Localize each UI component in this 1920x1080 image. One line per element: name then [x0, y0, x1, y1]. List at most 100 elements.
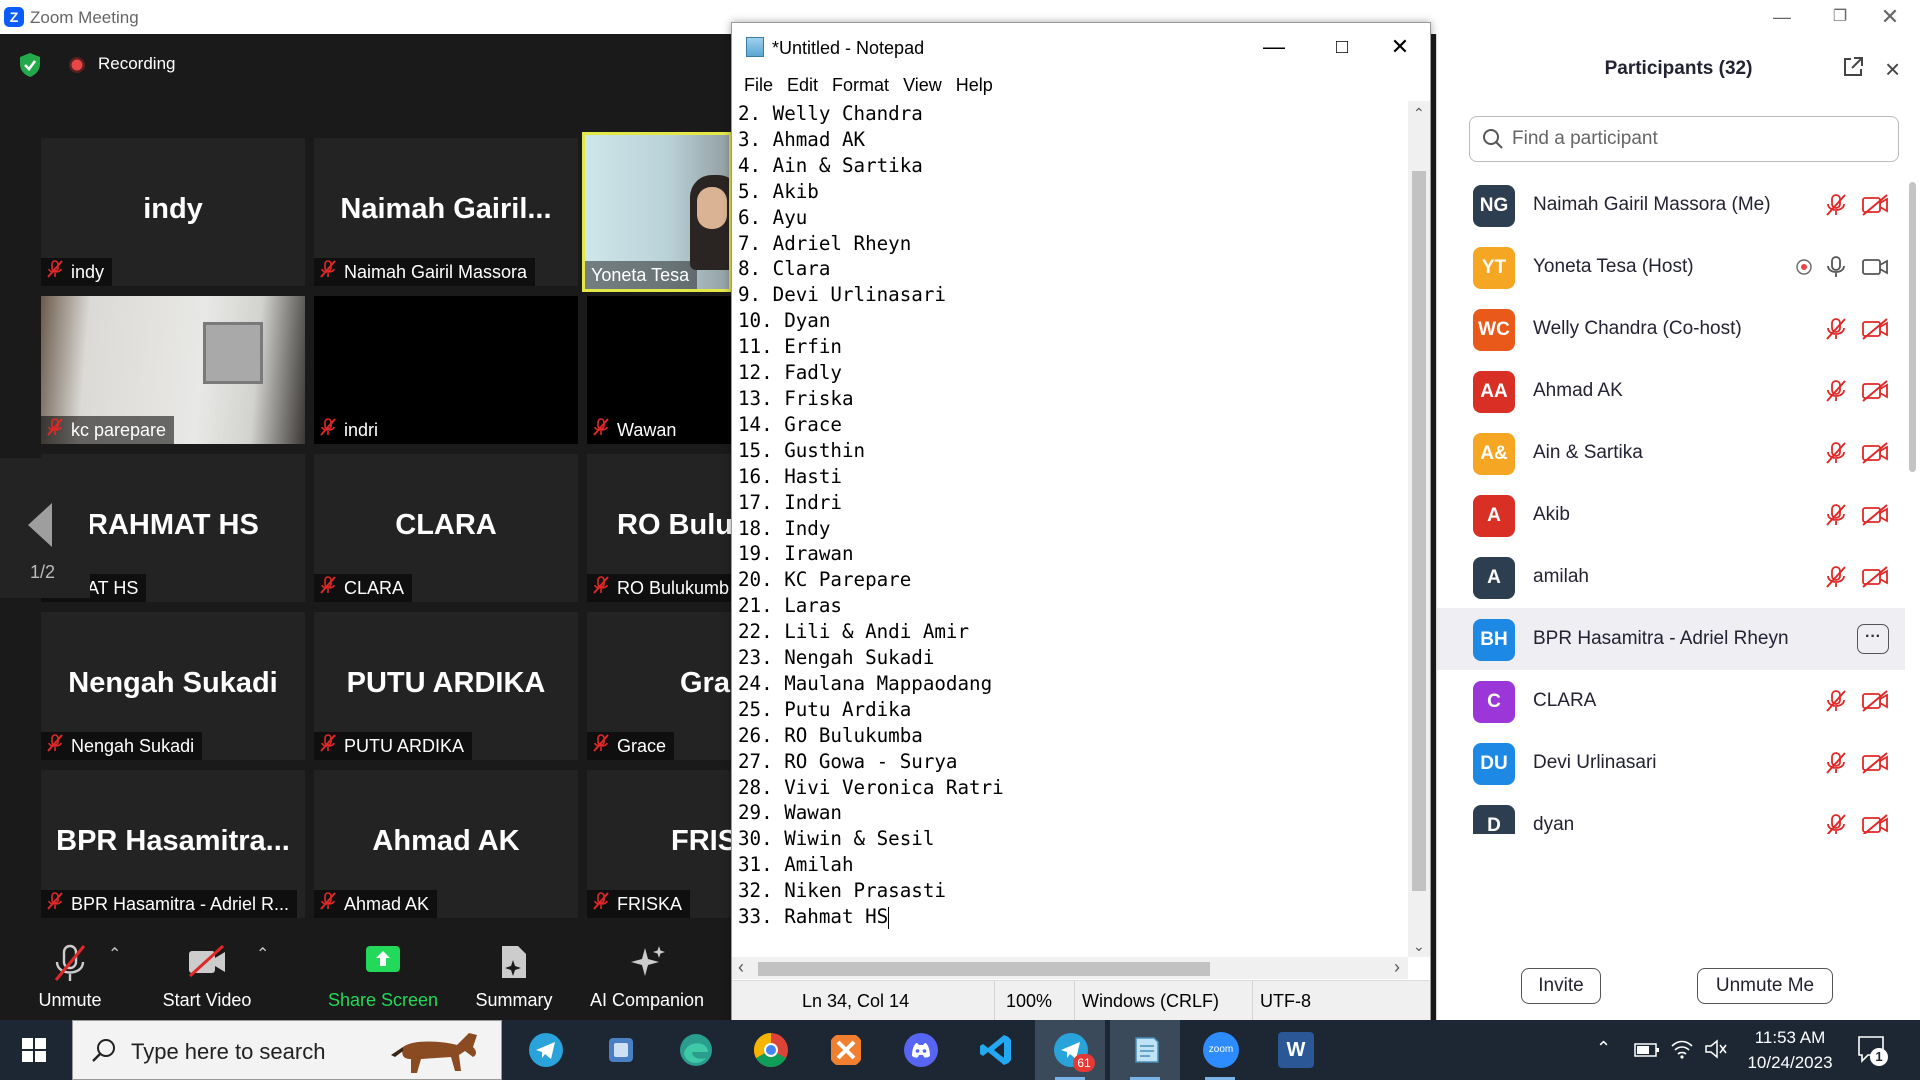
participant-row[interactable]: AA Ahmad AK: [1437, 360, 1905, 422]
recording-label[interactable]: Recording: [98, 54, 176, 74]
battery-icon[interactable]: [1634, 1042, 1660, 1058]
notepad-text-area[interactable]: 2. Welly Chandra 3. Ahmad AK 4. Ain & Sart…: [736, 101, 1408, 957]
summary-button[interactable]: Summary: [466, 930, 562, 1020]
video-options-chevron-icon[interactable]: ⌃: [256, 944, 269, 964]
video-tile[interactable]: BPR Hasamitra... BPR Hasamitra - Adriel …: [41, 770, 305, 918]
scroll-right-icon[interactable]: ›: [1394, 957, 1400, 978]
menu-edit[interactable]: Edit: [781, 71, 826, 101]
scroll-left-icon[interactable]: ‹: [738, 957, 744, 978]
share-screen-button[interactable]: Share Screen: [320, 930, 446, 1020]
video-icon[interactable]: [1861, 256, 1889, 283]
participant-row[interactable]: DU Devi Urlinasari: [1437, 732, 1905, 794]
clock-time[interactable]: 11:53 AM: [1748, 1028, 1832, 1048]
video-off-icon[interactable]: [1861, 318, 1889, 345]
zoom-close-button[interactable]: ✕: [1870, 4, 1910, 30]
scrollbar-thumb[interactable]: [1909, 182, 1916, 472]
notepad-vertical-scrollbar[interactable]: ⌃ ⌄: [1408, 101, 1430, 957]
menu-format[interactable]: Format: [826, 71, 897, 101]
video-tile[interactable]: PUTU ARDIKA PUTU ARDIKA: [314, 612, 578, 760]
tray-overflow-chevron-icon[interactable]: ⌃: [1596, 1038, 1611, 1059]
video-tile[interactable]: Ahmad AK Ahmad AK: [314, 770, 578, 918]
video-off-icon[interactable]: [1861, 442, 1889, 469]
audio-options-chevron-icon[interactable]: ⌃: [108, 944, 121, 964]
more-options-button[interactable]: ···: [1857, 624, 1889, 654]
menu-help[interactable]: Help: [950, 71, 1001, 101]
participant-row[interactable]: A Akib: [1437, 484, 1905, 546]
volume-muted-icon[interactable]: [1704, 1038, 1728, 1060]
taskbar-search[interactable]: Type here to search: [72, 1020, 502, 1080]
unmute-button[interactable]: Unmute: [20, 930, 120, 1020]
mic-muted-icon[interactable]: [1825, 813, 1847, 834]
video-tile[interactable]: CLARA CLARA: [314, 454, 578, 602]
participant-search[interactable]: [1469, 116, 1899, 162]
scrollbar-thumb[interactable]: [1412, 171, 1426, 891]
video-off-icon[interactable]: [1861, 752, 1889, 779]
participant-row[interactable]: C CLARA: [1437, 670, 1905, 732]
mic-muted-icon[interactable]: [1825, 379, 1847, 408]
invite-button[interactable]: Invite: [1521, 968, 1601, 1004]
taskbar-app-chrome[interactable]: [735, 1020, 805, 1080]
start-video-button[interactable]: Start Video: [152, 930, 262, 1020]
mic-muted-icon[interactable]: [1825, 751, 1847, 780]
close-panel-icon[interactable]: ×: [1885, 54, 1900, 85]
menu-view[interactable]: View: [897, 71, 950, 101]
video-off-icon[interactable]: [1861, 504, 1889, 531]
video-tile[interactable]: indri: [314, 296, 578, 444]
notepad-close-button[interactable]: ✕: [1378, 33, 1422, 61]
video-off-icon[interactable]: [1861, 814, 1889, 834]
popout-icon[interactable]: [1842, 56, 1864, 78]
video-tile[interactable]: FRIS FRISKA: [587, 770, 732, 918]
video-off-icon[interactable]: [1861, 194, 1889, 221]
menu-file[interactable]: File: [738, 71, 781, 101]
wifi-icon[interactable]: [1670, 1038, 1694, 1060]
notepad-horizontal-scrollbar[interactable]: ‹ ›: [732, 957, 1408, 979]
zoom-minimize-button[interactable]: —: [1762, 4, 1802, 30]
video-tile[interactable]: Nengah Sukadi Nengah Sukadi: [41, 612, 305, 760]
mic-icon[interactable]: [1825, 255, 1847, 284]
participant-row[interactable]: Aamilah: [1437, 546, 1905, 608]
participant-row[interactable]: NG Naimah Gairil Massora (Me): [1437, 174, 1905, 236]
mic-muted-icon[interactable]: [1825, 565, 1847, 594]
video-off-icon[interactable]: [1861, 566, 1889, 593]
taskbar-app-vscode[interactable]: [960, 1020, 1030, 1080]
participant-row[interactable]: A& Ain & Sartika: [1437, 422, 1905, 484]
mic-muted-icon[interactable]: [1825, 689, 1847, 718]
mic-muted-icon[interactable]: [1825, 317, 1847, 346]
notification-center[interactable]: 1: [1856, 1034, 1888, 1069]
participant-row[interactable]: BH BPR Hasamitra - Adriel Rheyn ···: [1437, 608, 1905, 670]
video-tile[interactable]: Gra Grace: [587, 612, 732, 760]
previous-page-icon[interactable]: [28, 503, 52, 547]
taskbar-app-edge[interactable]: [660, 1020, 730, 1080]
participant-row[interactable]: Ddyan: [1437, 794, 1905, 834]
taskbar-app-word[interactable]: W: [1260, 1020, 1330, 1080]
scroll-up-icon[interactable]: ⌃: [1413, 105, 1425, 122]
unmute-me-button[interactable]: Unmute Me: [1697, 968, 1833, 1004]
gallery-pager[interactable]: 1/2: [0, 458, 90, 598]
taskbar-app-telegram[interactable]: [510, 1020, 580, 1080]
taskbar-app-zoom[interactable]: zoom: [1185, 1020, 1255, 1080]
participant-list-scrollbar[interactable]: [1907, 164, 1917, 824]
zoom-restore-button[interactable]: ❐: [1820, 4, 1860, 30]
video-tile[interactable]: RO Bulu RO Bulukumb: [587, 454, 732, 602]
video-tile[interactable]: Wawan: [587, 296, 732, 444]
taskbar-app-discord[interactable]: [885, 1020, 955, 1080]
scrollbar-thumb[interactable]: [758, 962, 1210, 976]
taskbar-app-notepad[interactable]: [1110, 1020, 1180, 1080]
participant-row[interactable]: WC Welly Chandra (Co-host): [1437, 298, 1905, 360]
video-tile[interactable]: Naimah Gairil... Naimah Gairil Massora: [314, 138, 578, 286]
participant-row[interactable]: YT Yoneta Tesa (Host): [1437, 236, 1905, 298]
notepad-maximize-button[interactable]: □: [1320, 33, 1364, 61]
video-off-icon[interactable]: [1861, 380, 1889, 407]
taskbar-app-outlook[interactable]: [585, 1020, 655, 1080]
scroll-down-icon[interactable]: ⌄: [1413, 938, 1425, 955]
mic-muted-icon[interactable]: [1825, 503, 1847, 532]
security-shield-icon[interactable]: [18, 52, 42, 78]
mic-muted-icon[interactable]: [1825, 193, 1847, 222]
windows-start-icon[interactable]: [22, 1038, 46, 1062]
taskbar-app-game[interactable]: [810, 1020, 880, 1080]
notepad-minimize-button[interactable]: —: [1252, 33, 1296, 61]
video-tile[interactable]: indy indy: [41, 138, 305, 286]
video-tile-active-speaker[interactable]: Yoneta Tesa: [582, 132, 732, 292]
ai-companion-button[interactable]: AI Companion: [582, 930, 712, 1020]
mic-muted-icon[interactable]: [1825, 441, 1847, 470]
